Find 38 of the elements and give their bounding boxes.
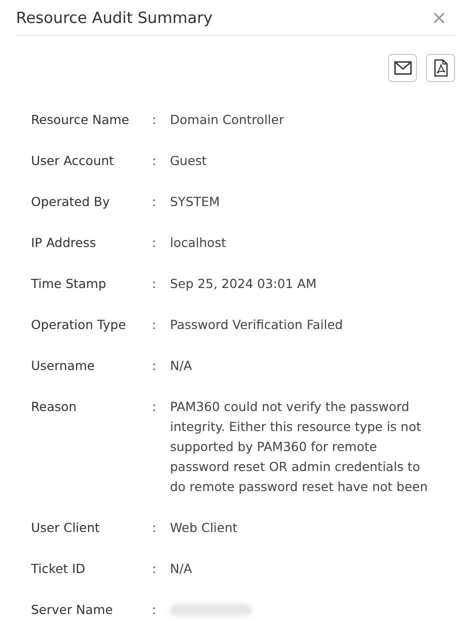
field-label: IP Address [31, 234, 97, 252]
field-label: User Client [31, 519, 101, 537]
separator: : [152, 601, 158, 619]
field-value: PAM360 could not verify the password integrity. Either this resource type is not supported by PAM360 for remote password reset OR admin credentials to do remote password reset have not been [170, 398, 429, 496]
field-label: Operated By [31, 193, 111, 211]
field-value: Domain Controller [170, 111, 285, 129]
separator: : [152, 193, 158, 211]
dialog-title: Resource Audit Summary [16, 9, 212, 27]
field-label: User Account [31, 152, 115, 170]
field-value: SYSTEM [170, 193, 221, 211]
field-label: Resource Name [31, 111, 130, 129]
separator: : [152, 519, 158, 537]
field-value: localhost [170, 234, 228, 252]
field-value: N/A [170, 357, 194, 375]
separator: : [152, 560, 158, 578]
field-label: Operation Type [31, 316, 127, 334]
separator: : [152, 275, 158, 293]
pdf-button[interactable] [426, 54, 455, 82]
close-button[interactable]: × [431, 8, 455, 28]
envelope-icon [394, 61, 412, 75]
separator: : [152, 316, 158, 334]
separator: : [152, 357, 158, 375]
field-value: Password Verification Failed [170, 316, 344, 334]
field-label: Ticket ID [31, 560, 86, 578]
field-value: Guest [170, 152, 208, 170]
email-button[interactable] [388, 54, 417, 82]
separator: : [152, 398, 158, 416]
pdf-file-icon [434, 59, 448, 77]
field-value: N/A [170, 560, 194, 578]
field-value: Web Client [170, 519, 238, 537]
field-label: Time Stamp [31, 275, 108, 293]
field-value: Sep 25, 2024 03:01 AM [170, 275, 318, 293]
field-label: Server Name [31, 601, 114, 619]
field-label: Username [31, 357, 96, 375]
separator: : [152, 234, 158, 252]
separator: : [152, 111, 158, 129]
field-label: Reason [31, 398, 78, 416]
separator: : [152, 152, 158, 170]
